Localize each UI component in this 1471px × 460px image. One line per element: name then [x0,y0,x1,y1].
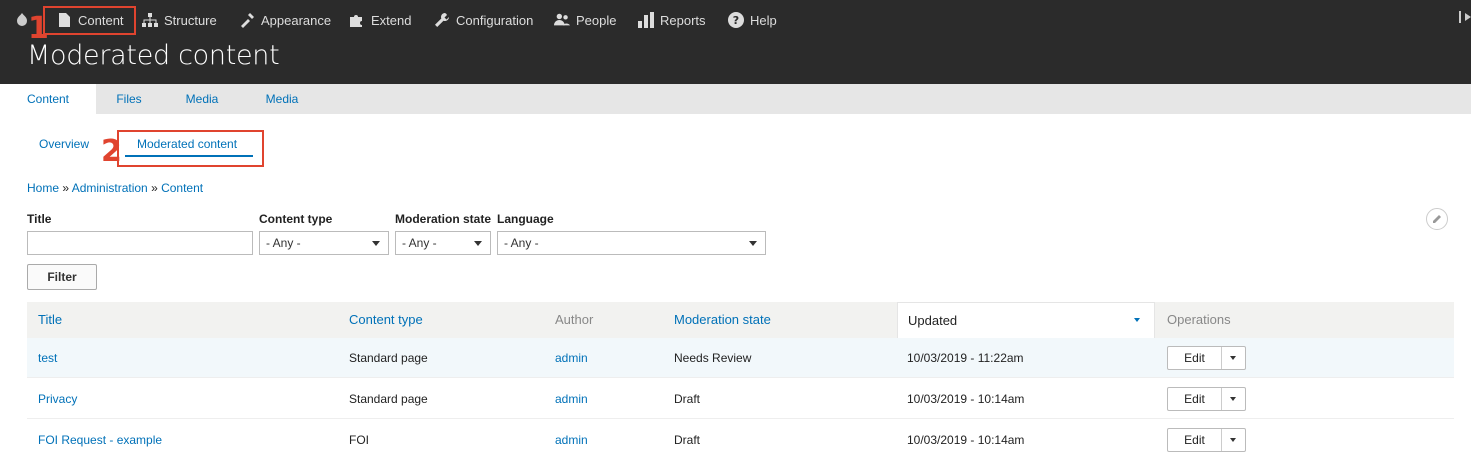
toolbar-people-label: People [576,12,617,28]
moderation-state-select[interactable]: - Any - [395,231,491,255]
annotation-number-2: 2 [101,134,122,169]
language-filter-label: Language [497,212,554,226]
toolbar-extend-label: Extend [371,12,412,28]
content-type-filter-label: Content type [259,212,333,226]
column-updated[interactable]: Updated [897,302,1155,338]
sort-desc-icon [1134,318,1140,322]
toolbar-help[interactable]: ? Help [728,6,777,34]
breadcrumb: Home » Administration » Content [27,181,203,195]
breadcrumb-separator: » [59,181,72,195]
column-title[interactable]: Title [38,302,62,338]
edit-button[interactable]: Edit [1168,429,1222,451]
toolbar-appearance[interactable]: Appearance [239,6,331,34]
toolbar-appearance-label: Appearance [261,12,332,28]
people-icon [554,12,570,28]
column-operations: Operations [1167,312,1231,327]
toolbar-configuration[interactable]: Configuration [434,6,533,34]
annotation-box-2 [117,130,264,167]
title-filter-input[interactable] [27,231,253,255]
toolbar-structure-label: Structure [164,12,217,28]
row-operations: Edit [1167,428,1246,452]
filter-button[interactable]: Filter [27,264,97,290]
toolbar-reports[interactable]: Reports [638,6,706,34]
tab-media-2[interactable]: Media [256,84,308,114]
row-title-link[interactable]: test [38,338,57,378]
row-updated: 10/03/2019 - 11:22am [907,351,1024,365]
operations-dropdown-toggle[interactable] [1222,388,1245,410]
row-moderation-state: Needs Review [674,351,752,365]
column-content-type[interactable]: Content type [349,302,423,338]
table-header: Title Content type Author Moderation sta… [27,302,1454,338]
help-icon: ? [728,12,744,28]
toolbar-reports-label: Reports [660,12,706,28]
svg-text:?: ? [733,14,739,27]
toolbar-structure[interactable]: Structure [142,6,217,34]
toolbar-help-label: Help [750,12,777,28]
row-content-type: FOI [349,433,369,447]
edit-pencil-icon[interactable] [1426,208,1448,230]
chevron-down-icon [372,241,380,246]
row-title-link[interactable]: FOI Request - example [38,420,162,460]
table-row: FOI Request - example FOI admin Draft 10… [27,420,1454,460]
column-author: Author [555,312,594,327]
language-select[interactable]: - Any - [497,231,766,255]
row-operations: Edit [1167,387,1246,411]
annotation-number-1: 1 [28,11,49,46]
subtab-overview[interactable]: Overview [39,137,89,151]
table-row: Privacy Standard page admin Draft 10/03/… [27,379,1454,419]
tab-content[interactable]: Content [0,84,96,114]
tab-media[interactable]: Media [176,84,228,114]
chevron-down-icon [749,241,757,246]
tab-files[interactable]: Files [104,84,154,114]
brush-icon [239,12,255,28]
wrench-icon [434,12,450,28]
admin-toolbar: Content Structure Appearance Extend Conf… [0,0,1471,84]
operations-dropdown-toggle[interactable] [1222,347,1245,369]
moderation-state-filter-label: Moderation state [395,212,492,226]
table-row: test Standard page admin Needs Review 10… [27,338,1454,378]
breadcrumb-administration[interactable]: Administration [72,181,148,195]
puzzle-icon [349,12,365,28]
breadcrumb-separator: » [147,181,162,195]
row-content-type: Standard page [349,351,428,365]
edit-button[interactable]: Edit [1168,388,1222,410]
row-moderation-state: Draft [674,433,701,447]
column-moderation-state[interactable]: Moderation state [674,302,771,338]
moderation-state-select-value: - Any - [402,236,437,250]
row-updated: 10/03/2019 - 10:14am [907,392,1025,406]
row-operations: Edit [1167,346,1246,370]
column-updated-label: Updated [908,313,958,328]
row-content-type: Standard page [349,392,428,406]
content-type-select-value: - Any - [266,236,301,250]
chevron-down-icon [474,241,482,246]
row-updated: 10/03/2019 - 10:14am [907,433,1025,447]
collapse-icon[interactable] [1457,10,1471,27]
sitemap-icon [142,12,158,28]
page-title: Moderated content [27,40,280,71]
primary-tabs: Content Files Media Media [0,84,1471,114]
operations-dropdown-toggle[interactable] [1222,429,1245,451]
toolbar-configuration-label: Configuration [456,12,534,28]
toolbar-extend[interactable]: Extend [349,6,411,34]
title-filter-label: Title [27,212,52,226]
row-author-link[interactable]: admin [555,420,588,460]
breadcrumb-content[interactable]: Content [161,181,203,195]
row-title-link[interactable]: Privacy [38,379,77,419]
edit-button[interactable]: Edit [1168,347,1222,369]
content-type-select[interactable]: - Any - [259,231,389,255]
language-select-value: - Any - [504,236,539,250]
annotation-box-1 [43,6,136,35]
row-moderation-state: Draft [674,392,701,406]
breadcrumb-home[interactable]: Home [27,181,59,195]
row-author-link[interactable]: admin [555,379,588,419]
toolbar-people[interactable]: People [554,6,616,34]
row-author-link[interactable]: admin [555,338,588,378]
bar-chart-icon [638,12,654,28]
